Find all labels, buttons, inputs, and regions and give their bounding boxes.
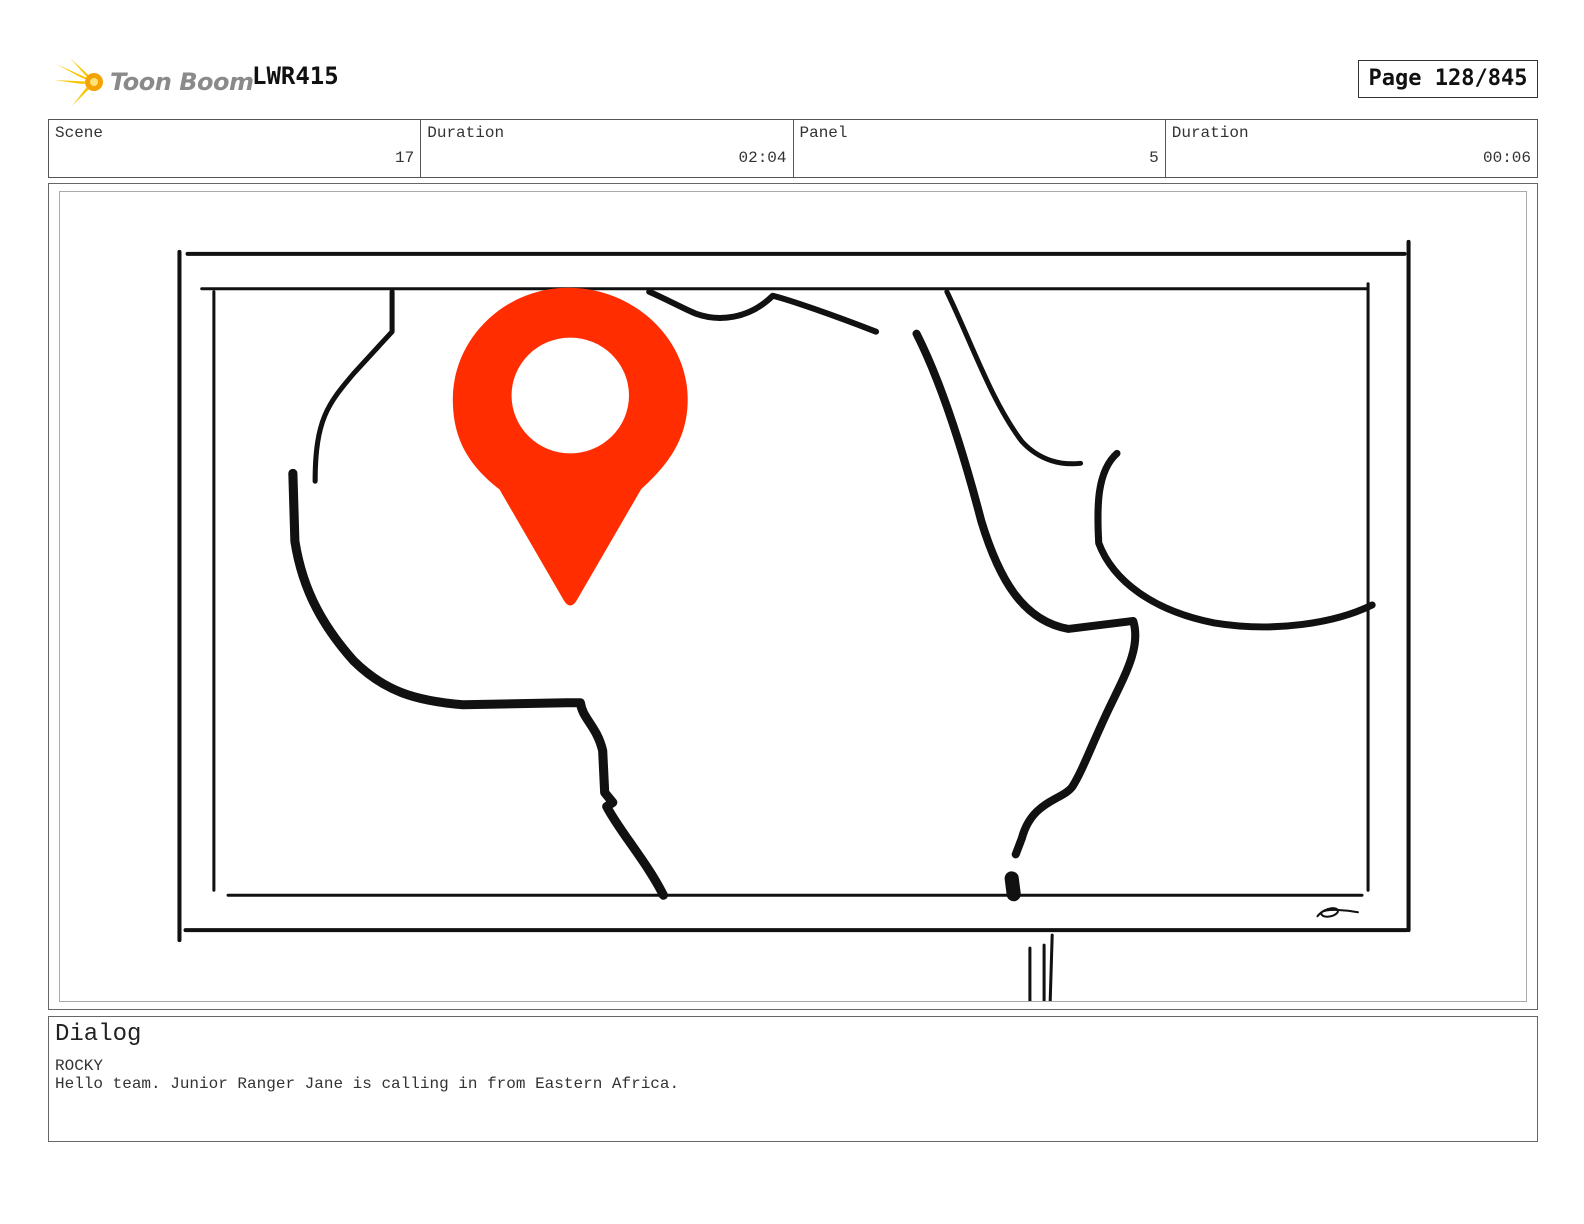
location-pin-icon — [452, 287, 688, 606]
toon-boom-burst-icon — [54, 58, 103, 106]
map-red-sea-west — [912, 329, 1140, 859]
toon-boom-logo: Toon Boom — [52, 54, 254, 110]
scene-label: Scene — [55, 124, 104, 142]
map-west-coast-upper — [312, 289, 395, 484]
logo-text: Toon Boom — [110, 68, 254, 96]
scene-cell: Scene 17 — [49, 120, 422, 177]
page-header: Toon Boom LWR415 Page 128/845 — [48, 52, 1538, 112]
panel-duration-value: 00:06 — [1482, 149, 1531, 167]
monitor-stand — [1028, 933, 1054, 1001]
dialog-line: Hello team. Junior Ranger Jane is callin… — [55, 1075, 680, 1093]
dialog-title: Dialog — [55, 1021, 142, 1048]
panel-duration-cell: Duration 00:06 — [1166, 120, 1537, 177]
map-red-sea-east — [944, 289, 1084, 467]
panel-cell: Panel 5 — [794, 120, 1166, 177]
artist-signature — [1316, 907, 1359, 918]
monitor-inner-frame — [200, 282, 1370, 897]
scene-duration-label: Duration — [427, 124, 505, 142]
panel-sketch — [177, 239, 1411, 1001]
dialog-speaker: ROCKY — [55, 1057, 104, 1075]
storyboard-panel — [48, 183, 1538, 1010]
panel-frame — [59, 191, 1527, 1002]
map-horn-tip — [1004, 871, 1021, 902]
panel-label: Panel — [799, 124, 848, 142]
panel-value: 5 — [1149, 149, 1159, 167]
dialog-box: Dialog ROCKY Hello team. Junior Ranger J… — [48, 1016, 1538, 1142]
scene-value: 17 — [395, 149, 415, 167]
scene-duration-cell: Duration 02:04 — [421, 120, 794, 177]
map-north-coast — [646, 288, 880, 335]
scene-duration-value: 02:04 — [738, 149, 787, 167]
monitor-outer-frame — [177, 239, 1411, 943]
scene-info-bar: Scene 17 Duration 02:04 Panel 5 Duration… — [48, 119, 1538, 178]
page-indicator: Page 128/845 — [1358, 60, 1538, 98]
project-code: LWR415 — [252, 62, 339, 90]
panel-duration-label: Duration — [1171, 124, 1249, 142]
map-arabian-peninsula — [1094, 449, 1376, 631]
